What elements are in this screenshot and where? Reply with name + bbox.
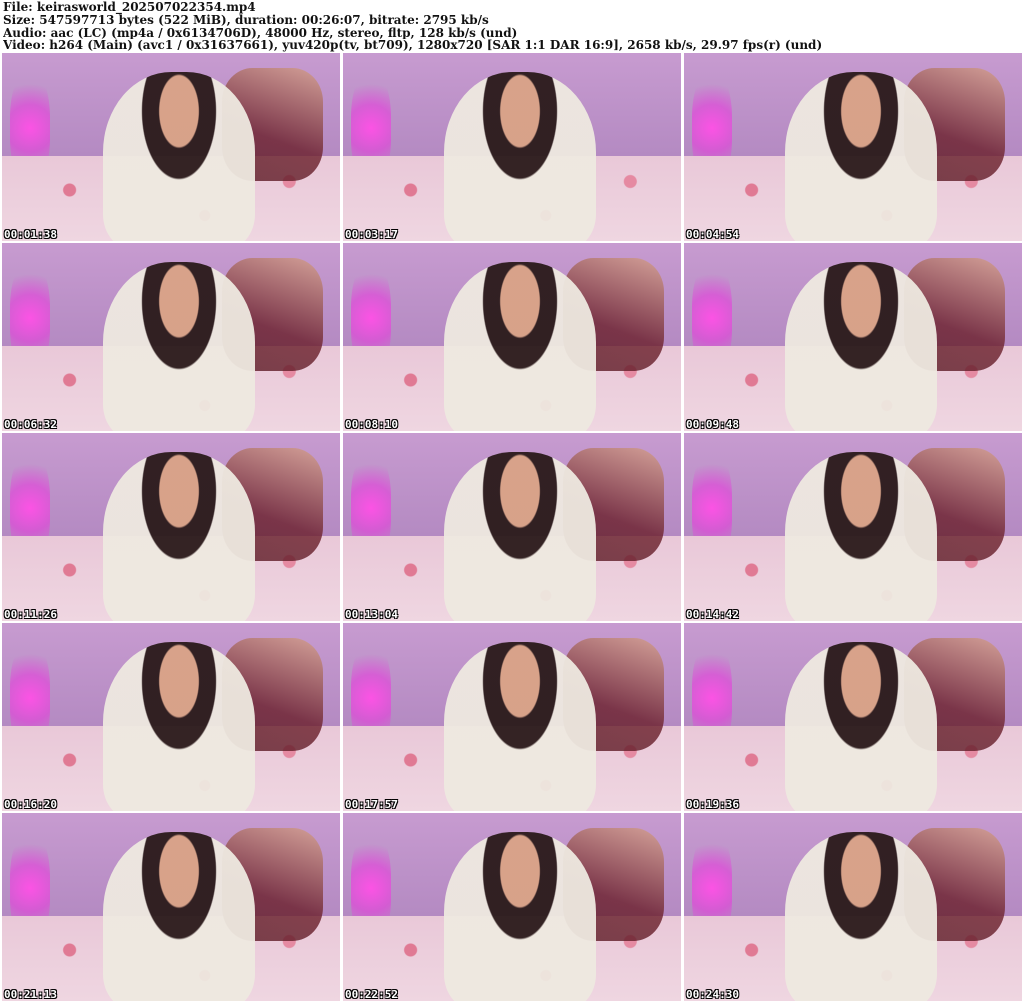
thumbnail-timestamp: 00:21:13 bbox=[4, 988, 57, 1001]
thumbnail-timestamp: 00:01:38 bbox=[4, 228, 57, 241]
video-thumbnail: 00:17:57 bbox=[343, 623, 681, 811]
thumbnail-timestamp: 00:09:48 bbox=[686, 418, 739, 431]
thumbnail-timestamp: 00:11:26 bbox=[4, 608, 57, 621]
video-thumbnail: 00:04:54 bbox=[684, 53, 1022, 241]
video-thumbnail: 00:06:32 bbox=[2, 243, 340, 431]
file-name-line: File: keirasworld_202507022354.mp4 bbox=[3, 1, 256, 14]
thumbnail-timestamp: 00:03:17 bbox=[345, 228, 398, 241]
video-thumbnail: 00:09:48 bbox=[684, 243, 1022, 431]
thumbnail-timestamp: 00:06:32 bbox=[4, 418, 57, 431]
thumbnail-timestamp: 00:16:20 bbox=[4, 798, 57, 811]
video-thumbnail: 00:11:26 bbox=[2, 433, 340, 621]
thumbnail-timestamp: 00:22:52 bbox=[345, 988, 398, 1001]
thumbnail-timestamp: 00:08:10 bbox=[345, 418, 398, 431]
video-thumbnail: 00:21:13 bbox=[2, 813, 340, 1001]
file-size-line: Size: 547597713 bytes (522 MiB), duratio… bbox=[3, 13, 489, 27]
video-thumbnail: 00:14:42 bbox=[684, 433, 1022, 621]
video-info-line: Video: h264 (Main) (avc1 / 0x31637661), … bbox=[3, 39, 823, 53]
video-thumbnail: 00:24:30 bbox=[684, 813, 1022, 1001]
thumbnail-grid: 00:01:38 00:03:17 00:04:54 00:06:32 00:0… bbox=[2, 53, 1022, 1001]
file-info-header: File: keirasworld_202507022354.mp4 Size:… bbox=[3, 1, 1021, 53]
video-thumbnail: 00:16:20 bbox=[2, 623, 340, 811]
thumbnail-timestamp: 00:14:42 bbox=[686, 608, 739, 621]
video-thumbnail: 00:03:17 bbox=[343, 53, 681, 241]
video-thumbnail: 00:01:38 bbox=[2, 53, 340, 241]
video-thumbnail: 00:19:36 bbox=[684, 623, 1022, 811]
thumbnail-timestamp: 00:17:57 bbox=[345, 798, 398, 811]
video-thumbnail: 00:13:04 bbox=[343, 433, 681, 621]
audio-info-line: Audio: aac (LC) (mp4a / 0x6134706D), 480… bbox=[3, 26, 518, 40]
video-thumbnail: 00:22:52 bbox=[343, 813, 681, 1001]
thumbnail-timestamp: 00:04:54 bbox=[686, 228, 739, 241]
thumbnail-timestamp: 00:24:30 bbox=[686, 988, 739, 1001]
thumbnail-timestamp: 00:19:36 bbox=[686, 798, 739, 811]
thumbnail-timestamp: 00:13:04 bbox=[345, 608, 398, 621]
video-thumbnail: 00:08:10 bbox=[343, 243, 681, 431]
